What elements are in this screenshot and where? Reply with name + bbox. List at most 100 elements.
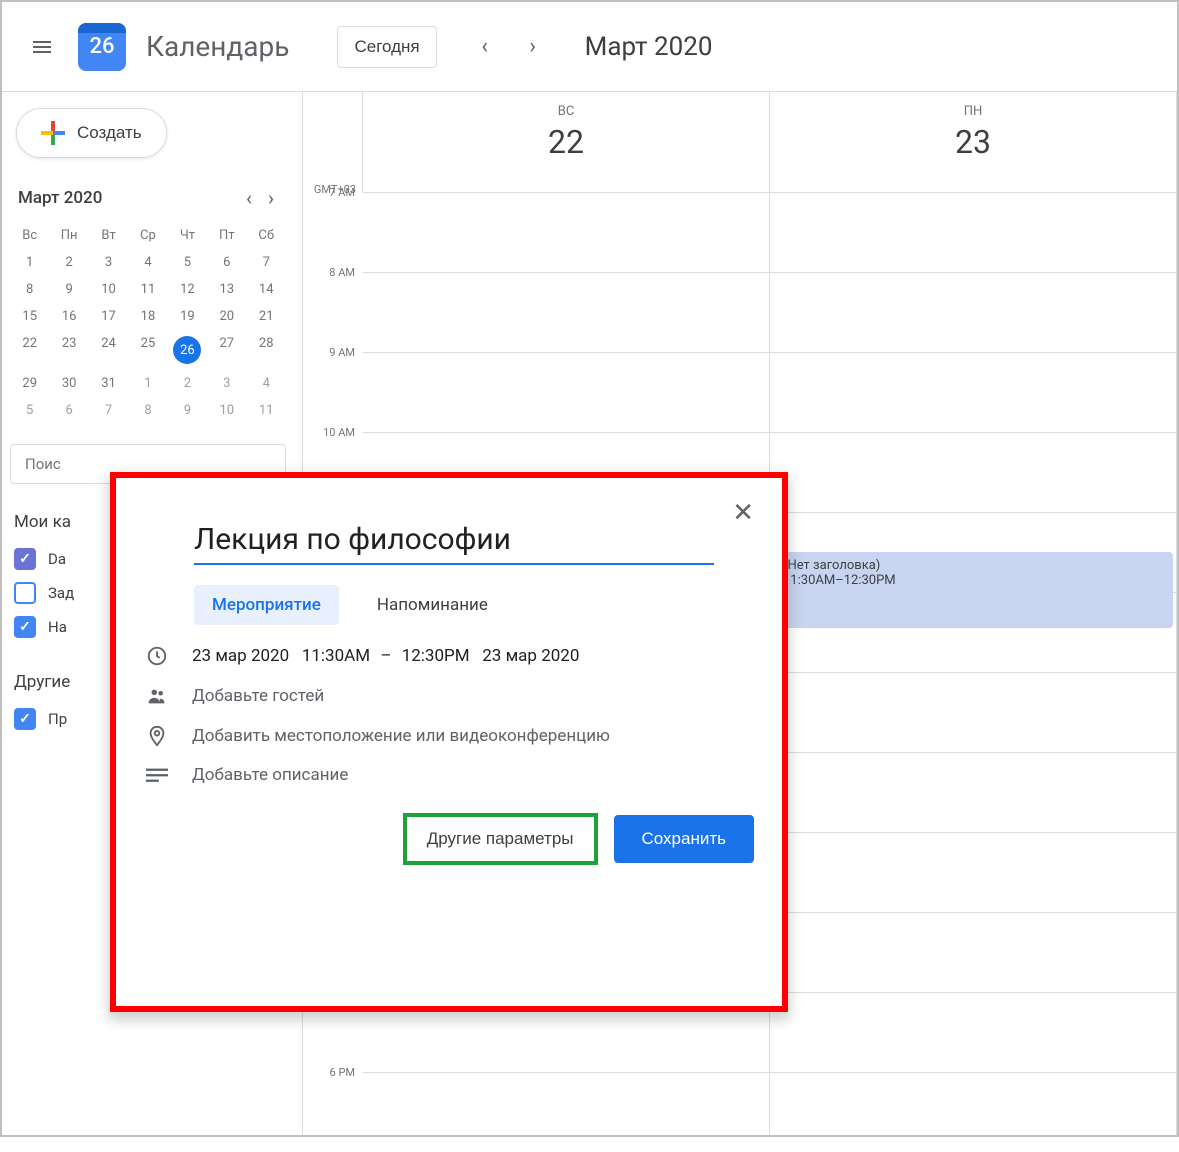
mini-day[interactable]: 1 xyxy=(128,370,167,397)
location-icon xyxy=(144,725,170,747)
calendar-checkbox[interactable] xyxy=(14,582,36,604)
event-chip-title: (Нет заголовка) xyxy=(783,558,1163,573)
mini-day[interactable]: 4 xyxy=(128,249,167,276)
mini-day[interactable]: 21 xyxy=(247,303,286,330)
mini-day[interactable]: 12 xyxy=(168,276,207,303)
calendar-logo-icon: 26 xyxy=(78,23,126,71)
mini-day[interactable]: 4 xyxy=(247,370,286,397)
more-options-button[interactable]: Другие параметры xyxy=(403,813,598,865)
people-icon xyxy=(144,685,170,707)
calendar-checkbox[interactable] xyxy=(14,616,36,638)
prev-period-button[interactable]: ‹ xyxy=(465,27,505,67)
calendar-label: Зад xyxy=(48,584,74,602)
event-title-input[interactable] xyxy=(194,516,714,565)
event-chip[interactable]: (Нет заголовка) 11:30AM–12:30PM xyxy=(773,552,1173,628)
description-icon xyxy=(144,767,170,783)
mini-next-button[interactable]: › xyxy=(264,182,278,214)
mini-day[interactable]: 23 xyxy=(49,330,88,370)
day-column[interactable]: (Нет заголовка) 11:30AM–12:30PM xyxy=(770,192,1177,1135)
mini-day[interactable]: 2 xyxy=(168,370,207,397)
mini-day[interactable]: 8 xyxy=(10,276,49,303)
mini-dow: Сб xyxy=(247,222,286,249)
day-column-header[interactable]: ПН 23 xyxy=(770,92,1177,192)
mini-day[interactable]: 9 xyxy=(168,397,207,424)
mini-day[interactable]: 5 xyxy=(10,397,49,424)
mini-day[interactable]: 26 xyxy=(168,330,207,370)
menu-icon[interactable] xyxy=(18,23,66,71)
mini-day[interactable]: 11 xyxy=(247,397,286,424)
tab-event[interactable]: Мероприятие xyxy=(194,585,339,625)
mini-day[interactable]: 31 xyxy=(89,370,128,397)
mini-day[interactable]: 13 xyxy=(207,276,246,303)
mini-day[interactable]: 11 xyxy=(128,276,167,303)
current-month-label: Март 2020 xyxy=(585,32,713,62)
mini-day[interactable]: 8 xyxy=(128,397,167,424)
mini-day[interactable]: 3 xyxy=(207,370,246,397)
mini-calendar: ВсПнВтСрЧтПтСб12345678910111213141516171… xyxy=(10,222,286,424)
mini-day[interactable]: 1 xyxy=(10,249,49,276)
day-number: 23 xyxy=(770,123,1176,161)
calendar-label: Da xyxy=(48,550,66,568)
mini-day[interactable]: 19 xyxy=(168,303,207,330)
mini-day[interactable]: 16 xyxy=(49,303,88,330)
create-button-label: Создать xyxy=(77,123,142,143)
close-icon[interactable]: ✕ xyxy=(732,498,754,528)
tab-reminder[interactable]: Напоминание xyxy=(359,585,506,625)
mini-day[interactable]: 14 xyxy=(247,276,286,303)
plus-icon xyxy=(41,121,65,145)
mini-day[interactable]: 9 xyxy=(49,276,88,303)
day-number: 22 xyxy=(363,123,769,161)
app-title: Календарь xyxy=(146,30,289,63)
event-create-popup: ✕ Мероприятие Напоминание 23 мар 2020 11… xyxy=(110,472,788,1012)
mini-dow: Пн xyxy=(49,222,88,249)
mini-prev-button[interactable]: ‹ xyxy=(242,182,256,214)
mini-day[interactable]: 20 xyxy=(207,303,246,330)
day-of-week: ПН xyxy=(770,104,1176,119)
mini-day[interactable]: 5 xyxy=(168,249,207,276)
save-button[interactable]: Сохранить xyxy=(614,815,754,863)
next-period-button[interactable]: › xyxy=(513,27,553,67)
mini-day[interactable]: 3 xyxy=(89,249,128,276)
mini-day[interactable]: 24 xyxy=(89,330,128,370)
mini-day[interactable]: 27 xyxy=(207,330,246,370)
time-label: 9 AM xyxy=(303,346,363,426)
add-location-field[interactable]: Добавить местоположение или видеоконфере… xyxy=(192,726,610,746)
add-description-field[interactable]: Добавьте описание xyxy=(192,765,348,785)
clock-icon xyxy=(144,645,170,667)
mini-dow: Чт xyxy=(168,222,207,249)
mini-day[interactable]: 18 xyxy=(128,303,167,330)
mini-day[interactable]: 2 xyxy=(49,249,88,276)
calendar-label: На xyxy=(48,618,67,636)
mini-day[interactable]: 28 xyxy=(247,330,286,370)
calendar-checkbox[interactable] xyxy=(14,708,36,730)
mini-day[interactable]: 10 xyxy=(207,397,246,424)
day-column-header[interactable]: ВС 22 xyxy=(363,92,770,192)
mini-dow: Вс xyxy=(10,222,49,249)
mini-dow: Пт xyxy=(207,222,246,249)
calendar-label: Пр xyxy=(48,710,67,728)
mini-day[interactable]: 7 xyxy=(247,249,286,276)
mini-day[interactable]: 22 xyxy=(10,330,49,370)
time-label: 6 PM xyxy=(303,1066,363,1146)
add-guests-field[interactable]: Добавьте гостей xyxy=(192,686,324,706)
mini-day[interactable]: 7 xyxy=(89,397,128,424)
event-time-row[interactable]: 23 мар 2020 11:30AM – 12:30PM 23 мар 202… xyxy=(192,646,579,666)
mini-day[interactable]: 25 xyxy=(128,330,167,370)
create-button[interactable]: Создать xyxy=(16,108,167,158)
mini-day[interactable]: 10 xyxy=(89,276,128,303)
mini-dow: Вт xyxy=(89,222,128,249)
mini-day[interactable]: 6 xyxy=(49,397,88,424)
mini-day[interactable]: 6 xyxy=(207,249,246,276)
mini-day[interactable]: 17 xyxy=(89,303,128,330)
mini-day[interactable]: 30 xyxy=(49,370,88,397)
day-of-week: ВС xyxy=(363,104,769,119)
mini-dow: Ср xyxy=(128,222,167,249)
event-chip-time: 11:30AM–12:30PM xyxy=(783,573,1163,588)
time-label: 7 AM xyxy=(303,186,363,266)
mini-cal-title: Март 2020 xyxy=(18,188,102,208)
time-label: 8 AM xyxy=(303,266,363,346)
mini-day[interactable]: 29 xyxy=(10,370,49,397)
calendar-checkbox[interactable] xyxy=(14,548,36,570)
mini-day[interactable]: 15 xyxy=(10,303,49,330)
today-button[interactable]: Сегодня xyxy=(337,26,436,68)
